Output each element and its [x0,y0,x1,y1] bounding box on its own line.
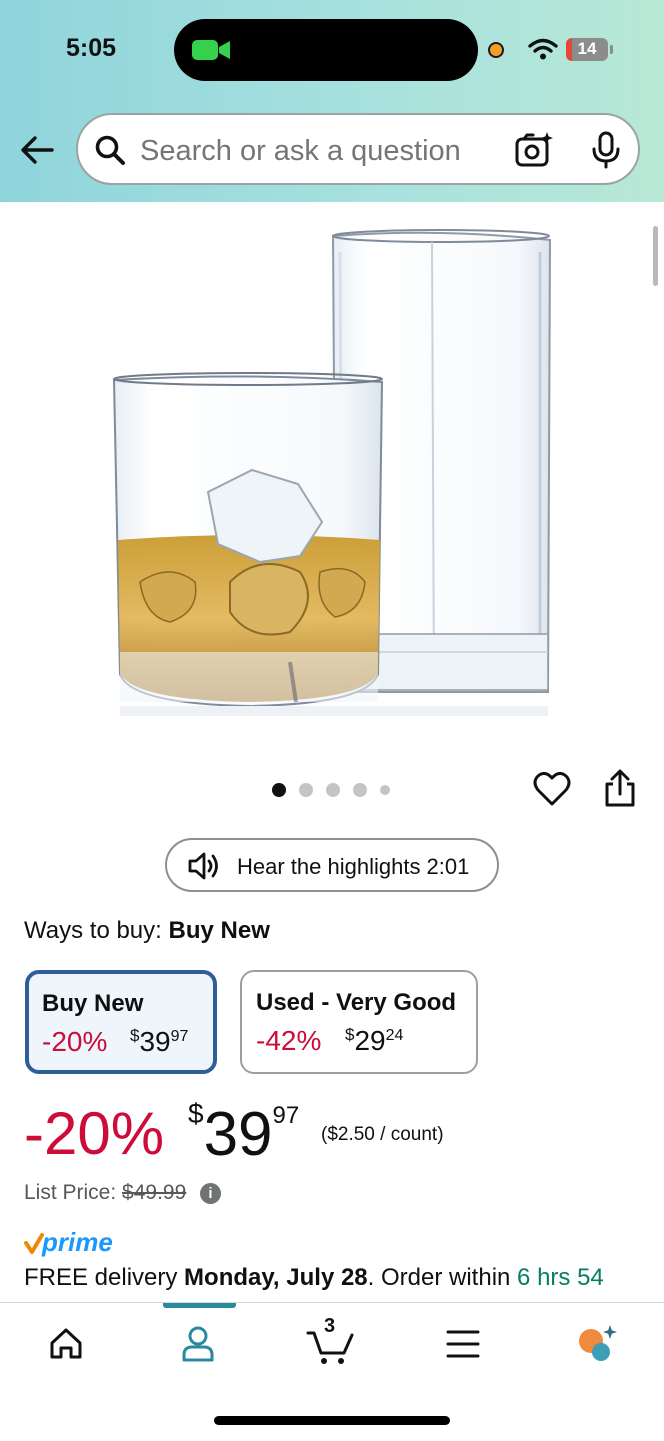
search-bar[interactable] [76,113,640,185]
facetime-camera-icon [192,40,230,60]
hear-highlights-label: Hear the highlights 2:01 [237,854,470,879]
microphone-icon[interactable] [590,131,622,169]
battery-level: 14 [577,39,597,58]
ways-to-buy: Ways to buy: Buy New [24,917,270,945]
ways-to-buy-label: Ways to buy: [24,917,162,944]
delivery-date: Monday, July 28 [184,1264,368,1291]
option-price: $2924 [345,1025,404,1056]
rocks-glass [112,372,384,708]
heart-icon[interactable] [533,771,571,807]
list-price: List Price: $49.99 [24,1181,186,1205]
option-discount: -42% [256,1025,322,1056]
carousel-dot[interactable] [380,785,390,795]
cart-count: 3 [324,1315,336,1337]
hear-highlights-button[interactable]: Hear the highlights 2:01 [165,838,499,892]
prime-check-icon [24,1233,44,1254]
option-discount: -20% [42,1026,108,1057]
option-price: $3997 [130,1026,189,1057]
battery-icon: 14 [566,38,608,61]
carousel-dot[interactable] [272,783,286,797]
account-icon[interactable] [170,1319,226,1367]
carousel-dot[interactable] [353,783,367,797]
rufus-ai-icon[interactable] [568,1319,624,1367]
list-price-label: List Price: [24,1181,117,1204]
dynamic-island [174,19,478,81]
ways-to-buy-selected: Buy New [168,917,270,944]
wifi-icon [528,38,558,60]
status-time: 5:05 [66,34,117,62]
unit-price: ($2.50 / count) [321,1124,444,1145]
carousel-dot[interactable] [299,783,313,797]
app-header: 5:05 14 [0,0,664,202]
delivery-countdown: 6 hrs 54 [517,1264,604,1291]
option-buy-new[interactable]: Buy New -20% $3997 [25,970,217,1074]
product-image[interactable] [100,222,562,720]
scroll-indicator[interactable] [653,226,658,286]
carousel-dot[interactable] [326,783,340,797]
speaker-icon [188,852,218,880]
option-used-very-good[interactable]: Used - Very Good -42% $2924 [240,970,478,1074]
home-indicator[interactable] [214,1416,450,1425]
home-icon[interactable] [38,1319,94,1367]
share-icon[interactable] [602,768,638,808]
delivery-message: FREE delivery Monday, July 28. Order wit… [24,1264,604,1292]
option-title: Buy New [42,990,144,1017]
prime-logo: prime [24,1227,144,1257]
active-tab-indicator [163,1303,236,1308]
camera-lens-icon[interactable] [514,131,554,169]
info-icon[interactable]: i [200,1183,221,1204]
menu-icon[interactable] [435,1319,491,1367]
mic-in-use-indicator [488,42,504,58]
list-price-value: $49.99 [122,1181,187,1204]
option-title: Used - Very Good [256,989,457,1016]
delivery-middle: . Order within [367,1264,518,1291]
search-input[interactable] [140,135,500,168]
back-arrow-icon[interactable] [18,130,58,170]
savings-percent: -20% [24,1100,165,1167]
prime-text: prime [42,1227,113,1257]
price: $3997 [188,1098,300,1169]
battery-tip [610,45,613,54]
delivery-prefix: FREE delivery [24,1264,185,1291]
search-icon [95,135,125,165]
cart-button[interactable]: 3 [304,1315,360,1367]
